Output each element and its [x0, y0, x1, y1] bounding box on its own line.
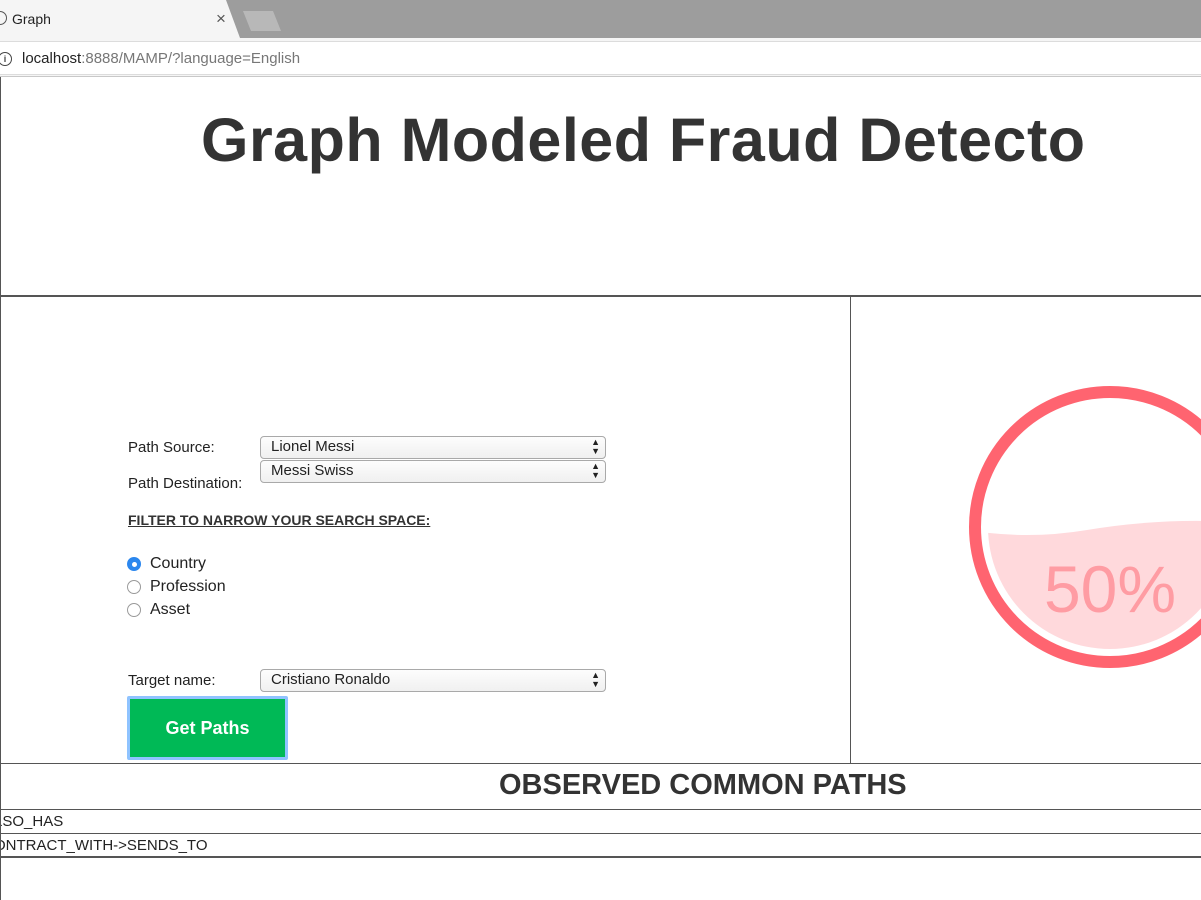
radio-country[interactable] [127, 557, 141, 571]
url-path: :8888/MAMP/?language=English [81, 50, 301, 67]
target-name-select[interactable]: Cristiano Ronaldo ▲ ▼ [260, 669, 606, 692]
path-destination-select[interactable]: Messi Swiss ▲ ▼ [260, 460, 606, 483]
tab-title: Graph [12, 11, 51, 27]
path-source-select[interactable]: Lionel Messi ▲ ▼ [260, 436, 606, 459]
address-bar[interactable]: i localhost:8888/MAMP/?language=English [0, 41, 1201, 75]
filter-label: Asset [150, 601, 191, 618]
radio-profession[interactable] [127, 580, 141, 594]
path-cell: ONTRACT_WITH->SENDS_TO [1, 837, 208, 854]
page-title: Graph Modeled Fraud Detecto [201, 106, 1086, 174]
select-arrows-icon: ▲ ▼ [591, 461, 600, 480]
divider [1, 763, 1201, 764]
path-destination-label: Path Destination: [128, 475, 243, 492]
target-name-value: Cristiano Ronaldo [271, 671, 391, 688]
page-content: Graph Modeled Fraud Detecto Path Source:… [0, 77, 1201, 900]
select-arrows-icon: ▲ ▼ [591, 437, 600, 456]
tab-strip: Graph × [0, 0, 1201, 38]
percentage-gauge: 50% [969, 386, 1201, 668]
url-text: localhost:8888/MAMP/?language=English [22, 50, 300, 67]
path-cell: LSO_HAS [1, 813, 64, 830]
filter-heading: FILTER TO NARROW YOUR SEARCH SPACE: [128, 512, 431, 528]
url-host: localhost [22, 50, 82, 67]
paths-section-title: OBSERVED COMMON PATHS [499, 769, 907, 801]
divider [1, 295, 1201, 297]
new-tab-button[interactable] [243, 11, 281, 31]
path-source-label: Path Source: [128, 439, 215, 456]
gauge-value: 50% [1044, 552, 1176, 626]
divider [1, 856, 1201, 858]
divider-vertical [850, 297, 851, 763]
close-tab-icon[interactable]: × [216, 9, 226, 29]
select-arrows-icon: ▲ ▼ [591, 670, 600, 689]
filter-label: Profession [150, 578, 226, 595]
path-source-value: Lionel Messi [271, 438, 355, 455]
info-icon[interactable]: i [0, 52, 12, 66]
path-destination-value: Messi Swiss [271, 462, 354, 479]
browser-tab[interactable]: Graph × [0, 0, 240, 38]
target-name-label: Target name: [128, 672, 216, 689]
filter-label: Country [150, 555, 207, 572]
table-row: LSO_HAS [1, 809, 1201, 833]
page-icon [0, 11, 7, 25]
table-row: ONTRACT_WITH->SENDS_TO [1, 833, 1201, 857]
radio-asset[interactable] [127, 603, 141, 617]
get-paths-button[interactable]: Get Paths [127, 696, 288, 760]
browser-toolbar: i localhost:8888/MAMP/?language=English [0, 38, 1201, 77]
